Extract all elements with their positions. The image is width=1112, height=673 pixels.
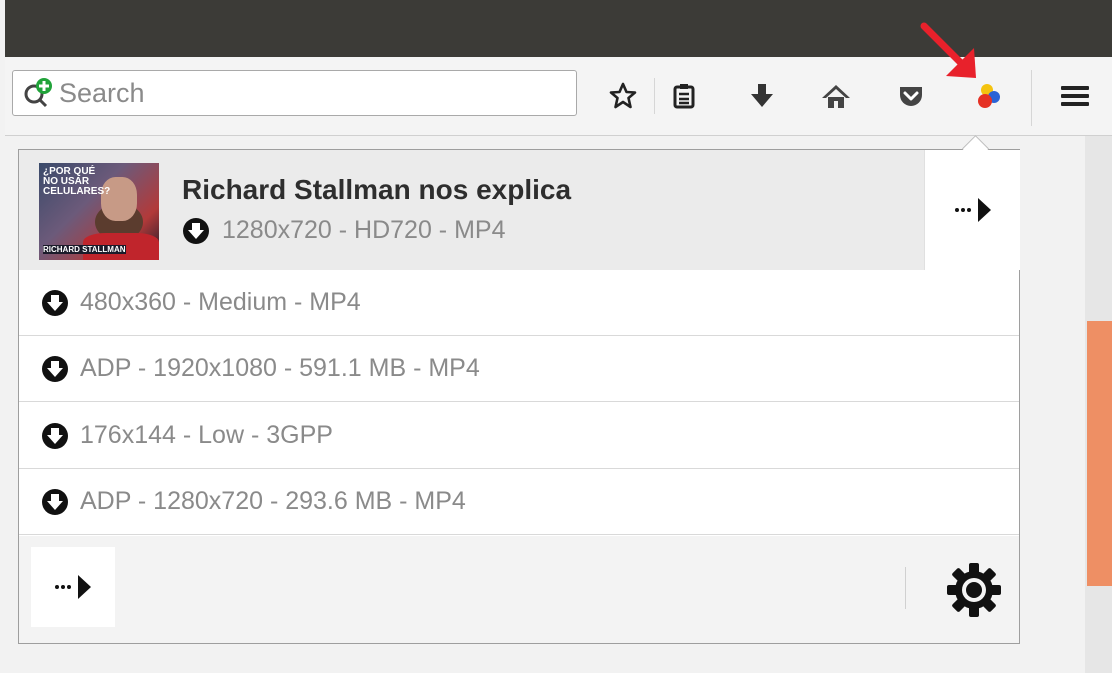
video-title: Richard Stallman nos explica: [182, 174, 572, 205]
panel-footer: [19, 536, 1019, 643]
download-circle-icon: [42, 422, 68, 449]
video-thumbnail: ¿POR QUÉ NO USAR CELULARES? RICHARD STAL…: [39, 163, 159, 260]
ellipsis-icon: [55, 585, 71, 589]
chevron-right-icon: [977, 198, 991, 222]
format-label: 480x360 - Medium - MP4: [80, 288, 361, 316]
toolbar-separator: [1031, 70, 1032, 126]
chevron-right-icon: [78, 575, 91, 599]
format-row[interactable]: 176x144 - Low - 3GPP: [19, 403, 1019, 469]
download-circle-icon: [42, 289, 68, 316]
star-icon[interactable]: [603, 76, 643, 116]
format-label: 176x144 - Low - 3GPP: [80, 421, 333, 449]
reading-list-icon[interactable]: [664, 76, 704, 116]
download-icon[interactable]: [742, 76, 782, 116]
format-row[interactable]: ADP - 1280x720 - 293.6 MB - MP4: [19, 469, 1019, 535]
scrollbar-thumb[interactable]: [1087, 321, 1112, 586]
downloadhelper-panel: ¿POR QUÉ NO USAR CELULARES? RICHARD STAL…: [18, 149, 1020, 644]
search-input[interactable]: [57, 76, 561, 110]
footer-separator: [905, 567, 906, 609]
search-box[interactable]: [12, 70, 577, 116]
red-arrow-icon: [918, 20, 978, 82]
page-scrollbar[interactable]: [1085, 136, 1112, 673]
download-circle-icon: [42, 355, 68, 382]
format-label: ADP - 1920x1080 - 591.1 MB - MP4: [80, 354, 480, 382]
main-format-link[interactable]: 1280x720 - HD720 - MP4: [182, 216, 505, 245]
download-circle-icon: [42, 488, 68, 515]
gear-icon[interactable]: [943, 559, 1005, 626]
toolbar-separator: [654, 78, 655, 114]
format-row[interactable]: ADP - 1920x1080 - 591.1 MB - MP4: [19, 336, 1019, 402]
main-format-label: 1280x720 - HD720 - MP4: [222, 216, 506, 244]
ellipsis-icon: [954, 208, 971, 212]
search-engine-icon[interactable]: [21, 76, 55, 110]
thumbnail-text: ¿POR QUÉ NO USAR CELULARES?: [43, 166, 111, 197]
more-actions-button[interactable]: [924, 150, 1020, 270]
download-circle-icon: [183, 217, 209, 244]
video-item[interactable]: ¿POR QUÉ NO USAR CELULARES? RICHARD STAL…: [19, 150, 924, 271]
more-button[interactable]: [31, 547, 115, 627]
hamburger-menu-icon[interactable]: [1055, 76, 1095, 116]
thumbnail-caption: RICHARD STALLMAN: [43, 245, 126, 254]
format-label: ADP - 1280x720 - 293.6 MB - MP4: [80, 487, 466, 515]
home-icon[interactable]: [816, 76, 856, 116]
format-row[interactable]: 480x360 - Medium - MP4: [19, 270, 1019, 336]
